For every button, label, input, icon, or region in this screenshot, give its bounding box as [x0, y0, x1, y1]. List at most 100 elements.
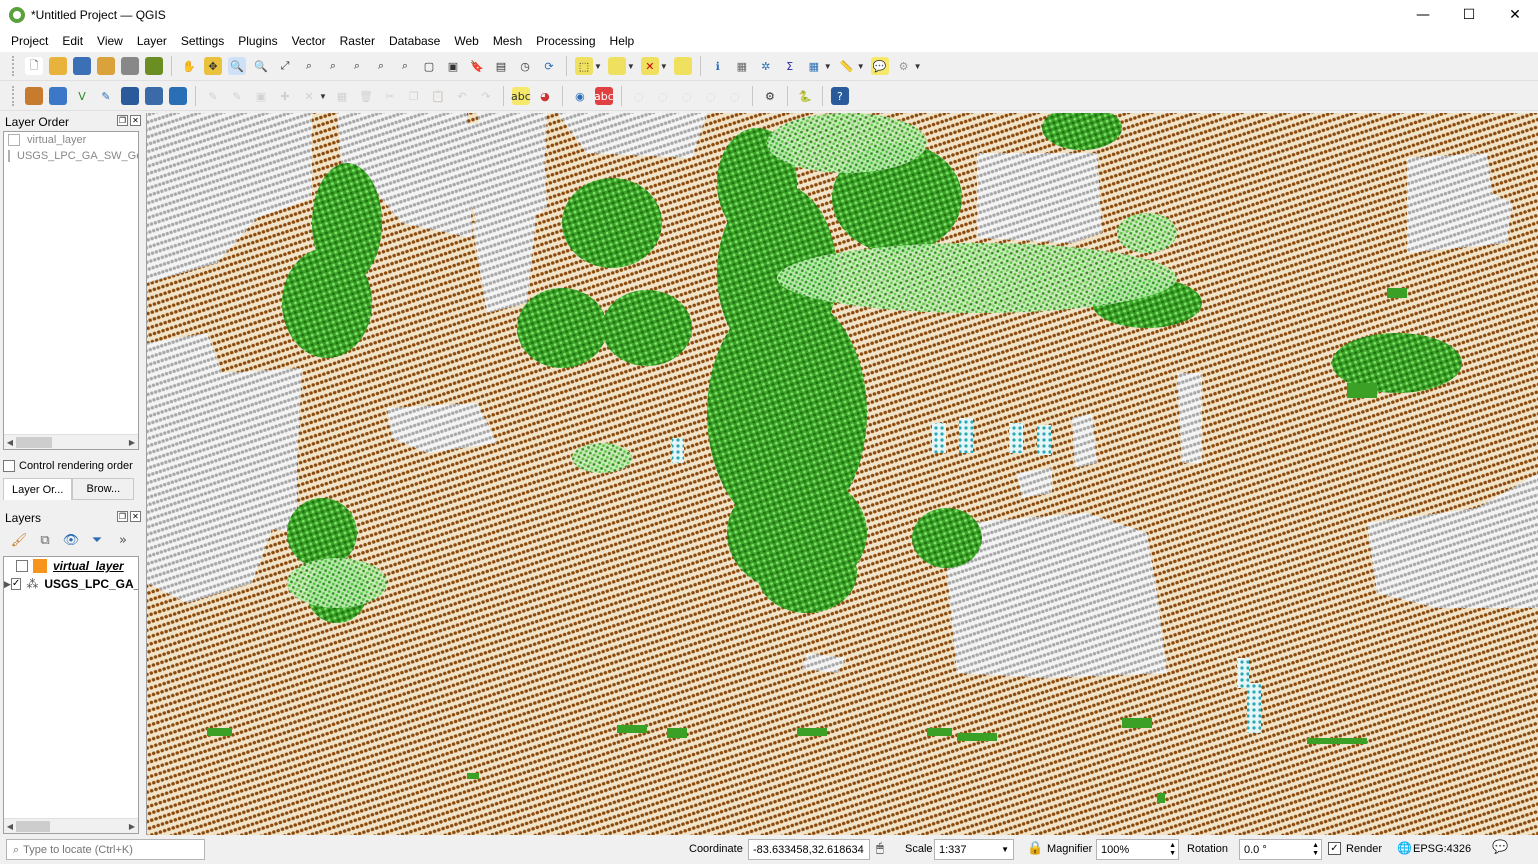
layer-order-item[interactable]: virtual_layer	[4, 132, 138, 148]
new-map-view-icon[interactable]: ▢	[420, 57, 438, 75]
toolbar-grip[interactable]	[12, 56, 16, 76]
scroll-thumb[interactable]	[16, 820, 50, 832]
layer-visibility-checkbox[interactable]: ✓	[10, 578, 22, 590]
print-layout-icon[interactable]	[121, 57, 139, 75]
menu-edit[interactable]: Edit	[55, 34, 90, 48]
settings-icon[interactable]: ✲	[756, 57, 775, 75]
vertex-tool-icon[interactable]: ✕	[300, 87, 318, 105]
scroll-left-icon[interactable]: ◀	[4, 438, 16, 447]
scroll-right-icon[interactable]: ▶	[126, 438, 138, 447]
manage-visibility-icon[interactable]: 👁	[62, 531, 80, 549]
layer-order-item[interactable]: USGS_LPC_GA_SW_GeorgiaLidar_2018	[4, 148, 138, 164]
coordinate-field[interactable]: -83.633458,32.618634	[748, 839, 870, 860]
save-edits-icon[interactable]: ▣	[252, 87, 270, 105]
horizontal-scrollbar[interactable]: ◀ ▶	[4, 434, 138, 449]
checkbox[interactable]	[8, 134, 20, 146]
label-tool-2-icon[interactable]: ◌	[653, 87, 672, 105]
menu-view[interactable]: View	[90, 34, 130, 48]
minimize-button[interactable]: —	[1400, 0, 1446, 30]
dropdown-arrow-icon[interactable]: ▼	[857, 62, 865, 71]
float-panel-button[interactable]: ❐	[117, 115, 128, 126]
add-feature-icon[interactable]: ✚	[276, 87, 294, 105]
dropdown-arrow-icon[interactable]: ▼	[1001, 845, 1009, 854]
layer-order-list[interactable]: virtual_layer USGS_LPC_GA_SW_GeorgiaLida…	[3, 131, 139, 450]
open-table-icon[interactable]: ▦	[804, 57, 823, 75]
select-location-icon[interactable]	[673, 57, 692, 75]
menu-help[interactable]: Help	[603, 34, 642, 48]
open-project-icon[interactable]	[49, 57, 67, 75]
diagram-icon[interactable]: ◕	[535, 87, 554, 105]
spin-arrows-icon[interactable]: ▲ ▼	[1169, 842, 1176, 858]
select-by-value-icon[interactable]	[607, 57, 626, 75]
new-virtual-layer-icon[interactable]	[121, 87, 139, 105]
attribute-table-icon[interactable]: ▦	[732, 57, 751, 75]
select-features-icon[interactable]: ⬚	[575, 57, 593, 75]
menu-project[interactable]: Project	[4, 34, 55, 48]
save-project-icon[interactable]	[73, 57, 91, 75]
dropdown-arrow-icon[interactable]: ▼	[594, 62, 602, 71]
filter-legend-icon[interactable]: ⏷	[88, 531, 106, 549]
menu-settings[interactable]: Settings	[174, 34, 231, 48]
menu-vector[interactable]: Vector	[285, 34, 333, 48]
new-shapefile-icon[interactable]: V	[73, 87, 91, 105]
menu-processing[interactable]: Processing	[529, 34, 602, 48]
spin-arrows-icon[interactable]: ▲ ▼	[1312, 842, 1319, 858]
dropdown-arrow-icon[interactable]: ▼	[319, 92, 327, 101]
menu-mesh[interactable]: Mesh	[486, 34, 529, 48]
scale-combobox[interactable]: 1:337 ▼	[934, 839, 1014, 860]
tab-layer-order[interactable]: Layer Or...	[3, 478, 73, 500]
map-canvas[interactable]	[146, 113, 1538, 835]
map-tips-icon[interactable]: 💬	[870, 57, 889, 75]
label-tool-5-icon[interactable]: ◌	[725, 87, 744, 105]
copy-features-icon[interactable]: ❐	[404, 87, 423, 105]
locator-input[interactable]	[23, 843, 194, 856]
dropdown-arrow-icon[interactable]: ▼	[660, 62, 668, 71]
data-source-manager-icon[interactable]	[25, 87, 43, 105]
expand-arrow-icon[interactable]: ▶	[4, 579, 11, 590]
save-as-icon[interactable]	[97, 57, 115, 75]
rotation-spinbox[interactable]: 0.0 ° ▲ ▼	[1239, 839, 1322, 860]
toggle-editing-icon[interactable]: ✎	[228, 87, 246, 105]
toggle-extents-icon[interactable]: 🖱	[876, 841, 884, 856]
menu-plugins[interactable]: Plugins	[231, 34, 284, 48]
menu-database[interactable]: Database	[382, 34, 447, 48]
plugins-gear-icon[interactable]: ⚙	[894, 57, 913, 75]
help-icon[interactable]: ?	[830, 87, 849, 105]
processing-toolbox-icon[interactable]: ⚙	[760, 87, 779, 105]
zoom-next-icon[interactable]: ⌕	[396, 57, 414, 75]
layer-visibility-checkbox[interactable]	[16, 560, 28, 572]
zoom-layer-icon[interactable]: ⌕	[324, 57, 342, 75]
lock-scale-icon[interactable]: 🔒	[1027, 841, 1043, 856]
zoom-out-icon[interactable]: 🔍	[252, 57, 270, 75]
add-mesh-icon[interactable]	[169, 87, 187, 105]
crs-label[interactable]: EPSG:4326	[1413, 843, 1471, 855]
tab-browser[interactable]: Brow...	[72, 478, 135, 500]
undo-icon[interactable]: ↶	[452, 87, 471, 105]
identify-icon[interactable]: ℹ	[708, 57, 727, 75]
crs-globe-icon[interactable]: 🌐	[1397, 841, 1412, 855]
zoom-selection-icon[interactable]: ⌕	[300, 57, 318, 75]
messages-icon[interactable]: 💬	[1492, 840, 1508, 855]
zoom-native-icon[interactable]: ⌕	[348, 57, 366, 75]
temporal-controller-icon[interactable]: ◷	[516, 57, 534, 75]
dropdown-arrow-icon[interactable]: ▼	[914, 62, 922, 71]
expand-more-icon[interactable]: »	[114, 531, 132, 549]
menu-web[interactable]: Web	[447, 34, 485, 48]
highlight-labels-icon[interactable]: abc	[594, 87, 614, 105]
cut-features-icon[interactable]: ✂	[380, 87, 399, 105]
control-rendering-checkbox[interactable]	[3, 460, 15, 472]
delete-selected-icon[interactable]: 🗑	[356, 87, 375, 105]
modify-attributes-icon[interactable]: ▦	[332, 87, 351, 105]
current-edits-icon[interactable]: ✎	[204, 87, 222, 105]
add-raster-icon[interactable]	[145, 87, 163, 105]
dropdown-arrow-icon[interactable]: ▼	[627, 62, 635, 71]
new-bookmark-icon[interactable]: 🔖	[468, 57, 486, 75]
label-tool-1-icon[interactable]: ◌	[629, 87, 648, 105]
new-geopackage-icon[interactable]	[49, 87, 67, 105]
open-styling-icon[interactable]: 🖌	[10, 531, 28, 549]
pin-labels-icon[interactable]: ◉	[570, 87, 589, 105]
new-project-icon[interactable]: 🗋	[25, 57, 43, 75]
zoom-in-icon[interactable]: 🔍	[228, 57, 246, 75]
style-manager-icon[interactable]	[145, 57, 163, 75]
new-3d-view-icon[interactable]: ▣	[444, 57, 462, 75]
